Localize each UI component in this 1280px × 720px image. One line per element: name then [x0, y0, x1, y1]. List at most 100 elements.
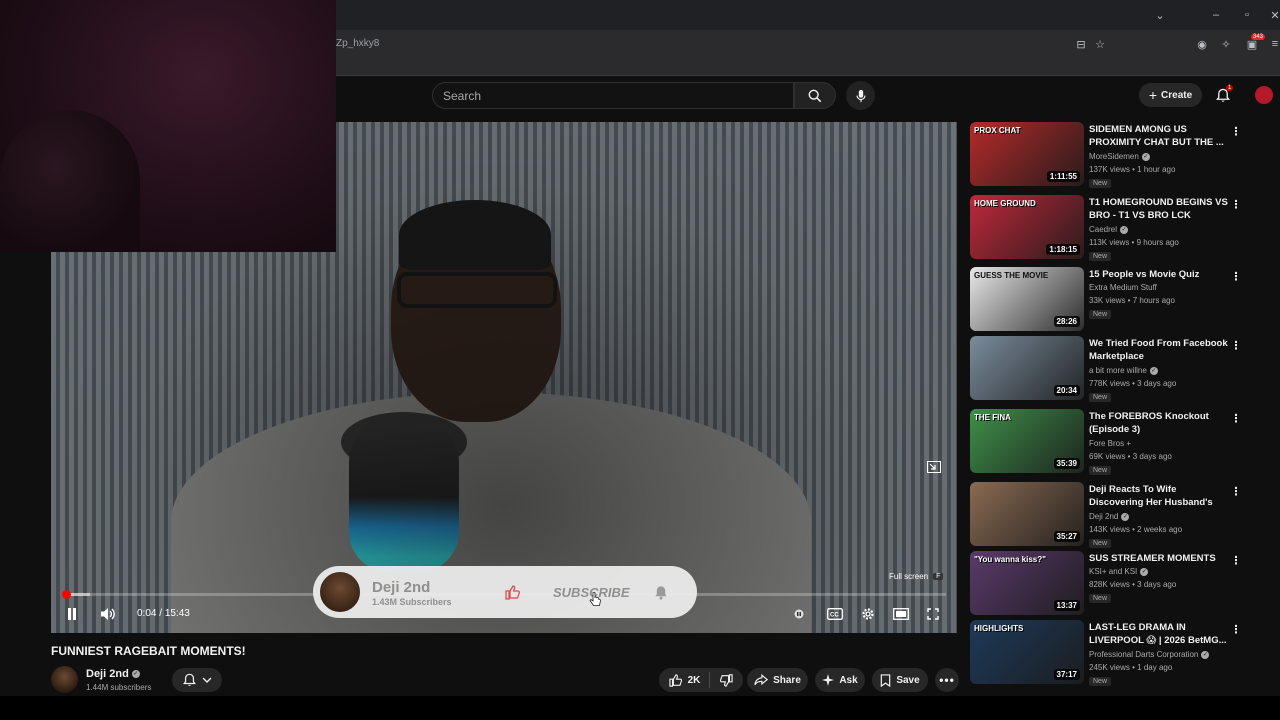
- recommendation-item[interactable]: "You wanna kiss?" 13:37 SUS STREAMER MOMEN…: [970, 551, 1250, 617]
- fullscreen-button[interactable]: [925, 606, 941, 622]
- recommendation-channel-name[interactable]: Professional Darts Corporation: [1089, 650, 1198, 659]
- recommendation-item[interactable]: PROX CHAT 1:11:55 SIDEMEN AMONG US PROXIMI…: [970, 122, 1250, 188]
- recommendation-thumbnail[interactable]: "You wanna kiss?" 13:37: [970, 551, 1084, 615]
- recommendation-title[interactable]: T1 HOMEGROUND BEGINS VS BRO - T1 VS BRO …: [1089, 196, 1229, 223]
- more-actions-button[interactable]: •••: [935, 668, 959, 692]
- more-vertical-icon[interactable]: ⋮: [1231, 411, 1242, 425]
- recommendation-thumbnail[interactable]: HOME GROUND 1:18:15: [970, 195, 1084, 259]
- new-badge: New: [1089, 310, 1112, 319]
- channel-avatar[interactable]: [51, 666, 78, 693]
- search-button[interactable]: [794, 82, 836, 109]
- recommendation-title[interactable]: LAST-LEG DRAMA IN LIVERPOOL 😱 | 2026 Bet…: [1089, 621, 1229, 647]
- more-vertical-icon[interactable]: ⋮: [1231, 269, 1242, 283]
- webcam-silhouette: [0, 110, 140, 252]
- save-button[interactable]: Save: [872, 668, 928, 692]
- recommendation-channel-name[interactable]: MoreSidemen: [1089, 152, 1139, 161]
- ask-button[interactable]: Ask: [815, 668, 865, 692]
- more-vertical-icon[interactable]: ⋮: [1231, 197, 1242, 211]
- recommendation-channel[interactable]: a bit more willne ✓: [1089, 366, 1158, 375]
- recommendation-channel[interactable]: Professional Darts Corporation ✓: [1089, 650, 1210, 659]
- recommendation-thumbnail[interactable]: HIGHLIGHTS 37:17: [970, 620, 1084, 684]
- recommendation-item[interactable]: 20:34 We Tried Food From Facebook Marketp…: [970, 336, 1250, 402]
- recommendation-title[interactable]: 15 People vs Movie Quiz: [1089, 268, 1229, 281]
- recommendation-channel[interactable]: Extra Medium Stuff: [1089, 283, 1157, 292]
- url-text[interactable]: Zp_hxky8: [336, 38, 379, 49]
- account-avatar[interactable]: [1255, 86, 1273, 104]
- install-app-icon[interactable]: ⊟: [1074, 37, 1088, 51]
- bookmark-star-icon[interactable]: ☆: [1093, 37, 1107, 51]
- pause-button[interactable]: [64, 606, 80, 622]
- recommendation-channel-name[interactable]: Fore Bros +: [1089, 439, 1131, 448]
- recommendation-meta: 143K views • 2 weeks ago: [1089, 525, 1183, 534]
- recommendation-item[interactable]: HIGHLIGHTS 37:17 LAST-LEG DRAMA IN LIVERPO…: [970, 620, 1250, 686]
- chevron-down-icon: [202, 677, 211, 683]
- more-vertical-icon[interactable]: ⋮: [1231, 338, 1242, 352]
- search-input[interactable]: [443, 87, 783, 104]
- more-vertical-icon[interactable]: ⋮: [1231, 553, 1242, 567]
- video-duration: 28:26: [1053, 316, 1080, 327]
- recommendation-title[interactable]: SIDEMEN AMONG US PROXIMITY CHAT BUT THE …: [1089, 123, 1229, 149]
- recommendation-title[interactable]: SUS STREAMER MOMENTS: [1089, 552, 1229, 565]
- overlay-subscriber-count: 1.43M Subscribers: [372, 597, 452, 607]
- subscription-notification-button[interactable]: [172, 668, 222, 692]
- recommendation-thumbnail[interactable]: 20:34: [970, 336, 1084, 400]
- maximize-icon[interactable]: ▫: [1240, 8, 1254, 22]
- progress-scrubber[interactable]: [62, 590, 71, 599]
- recommendation-channel[interactable]: KSI+ and KSI ✓: [1089, 567, 1149, 576]
- recommendation-thumbnail[interactable]: GUESS THE MOVIE 28:26: [970, 267, 1084, 331]
- recommendation-thumbnail[interactable]: 35:27: [970, 482, 1084, 546]
- dislike-button[interactable]: [719, 673, 734, 687]
- recommendation-channel-name[interactable]: KSI+ and KSI: [1089, 567, 1137, 576]
- recommendation-channel-name[interactable]: Caedrel: [1089, 225, 1117, 234]
- more-horizontal-icon: •••: [939, 673, 955, 687]
- recommendation-thumbnail[interactable]: PROX CHAT 1:11:55: [970, 122, 1084, 186]
- recommendation-item[interactable]: HOME GROUND 1:18:15 T1 HOMEGROUND BEGINS V…: [970, 195, 1250, 261]
- recommendation-channel-name[interactable]: a bit more willne: [1089, 366, 1147, 375]
- create-button[interactable]: + Create: [1139, 83, 1202, 107]
- channel-name[interactable]: Deji 2nd ✓: [86, 668, 140, 680]
- time-display: 0:04 / 15:43: [137, 608, 190, 619]
- recommendation-channel[interactable]: MoreSidemen ✓: [1089, 152, 1150, 161]
- video-duration: 20:34: [1053, 385, 1080, 396]
- video-duration: 37:17: [1053, 669, 1080, 680]
- chevron-down-icon[interactable]: ⌄: [1153, 8, 1167, 22]
- extensions-puzzle-icon[interactable]: ✧: [1219, 37, 1233, 51]
- recommendation-channel[interactable]: Deji 2nd ✓: [1089, 512, 1130, 521]
- recommendation-item[interactable]: 35:27 Deji Reacts To Wife Discovering Her…: [970, 482, 1250, 548]
- video-duration: 35:39: [1053, 458, 1080, 469]
- channel-name-text[interactable]: Deji 2nd: [86, 668, 129, 680]
- recommendation-thumbnail[interactable]: THE FINA 35:39: [970, 409, 1084, 473]
- recommendation-title[interactable]: We Tried Food From Facebook Marketplace: [1089, 337, 1229, 363]
- share-button[interactable]: Share: [747, 668, 808, 692]
- recommendation-channel-name[interactable]: Extra Medium Stuff: [1089, 283, 1157, 292]
- more-vertical-icon[interactable]: ⋮: [1231, 484, 1242, 498]
- more-vertical-icon[interactable]: ⋮: [1231, 124, 1242, 138]
- voice-search-button[interactable]: [846, 81, 875, 110]
- recommendation-channel[interactable]: Fore Bros +: [1089, 439, 1131, 448]
- sparkle-icon: [822, 674, 835, 686]
- verified-icon: ✓: [1149, 366, 1158, 375]
- recommendation-channel-name[interactable]: Deji 2nd: [1089, 512, 1118, 521]
- browser-menu-icon[interactable]: ≡: [1268, 37, 1280, 51]
- close-window-icon[interactable]: ✕: [1268, 8, 1280, 22]
- save-label: Save: [896, 674, 920, 686]
- settings-button[interactable]: [860, 606, 876, 622]
- thumbnail-text: "You wanna kiss?": [974, 555, 1046, 564]
- video-duration: 13:37: [1053, 600, 1080, 611]
- recommendation-title[interactable]: Deji Reacts To Wife Discovering Her Husb…: [1089, 483, 1229, 510]
- recommendation-item[interactable]: THE FINA 35:39 The FOREBROS Knockout (Epis…: [970, 409, 1250, 475]
- miniplayer-icon[interactable]: [926, 460, 942, 474]
- captions-button[interactable]: CC: [826, 606, 844, 622]
- recommendation-item[interactable]: GUESS THE MOVIE 28:26 15 People vs Movie Q…: [970, 267, 1250, 333]
- recommendation-meta: 33K views • 7 hours ago: [1089, 296, 1175, 305]
- more-vertical-icon[interactable]: ⋮: [1231, 622, 1242, 636]
- minimize-icon[interactable]: –: [1209, 8, 1223, 22]
- autoplay-toggle[interactable]: [792, 607, 806, 621]
- profile-icon[interactable]: ◉: [1195, 37, 1209, 51]
- verified-icon: ✓: [1120, 225, 1129, 234]
- theater-mode-button[interactable]: [892, 606, 910, 622]
- recommendation-channel[interactable]: Caedrel ✓: [1089, 225, 1129, 234]
- like-button[interactable]: 2K: [668, 673, 700, 687]
- volume-button[interactable]: [98, 605, 118, 623]
- recommendation-title[interactable]: The FOREBROS Knockout (Episode 3): [1089, 410, 1229, 436]
